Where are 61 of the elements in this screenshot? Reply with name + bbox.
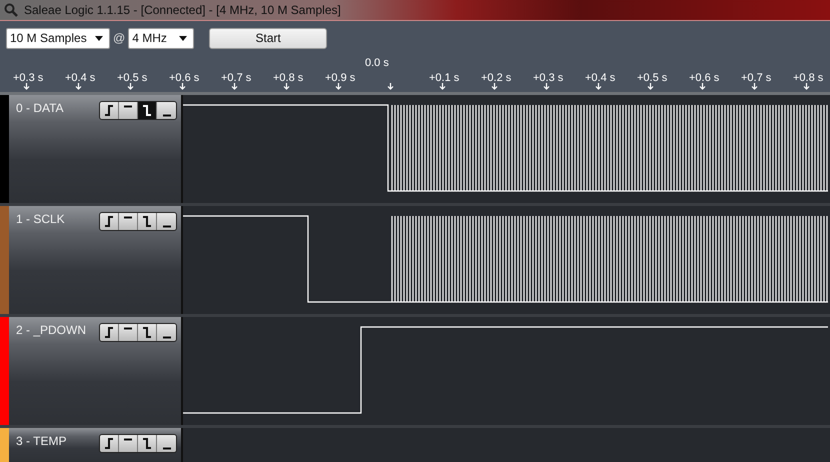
- time-label: +0.6 s: [689, 72, 720, 84]
- high-edge-icon: [123, 326, 133, 330]
- time-label: +0.4 s: [585, 72, 616, 84]
- time-label: +0.5 s: [117, 72, 148, 84]
- falling-edge-icon: [142, 105, 152, 116]
- search-icon: [4, 3, 18, 17]
- high-edge-icon: [123, 216, 133, 218]
- channel-name: 1 - SCLK: [16, 212, 65, 226]
- time-label: 0.0 s: [365, 57, 389, 69]
- rising-edge-icon: [104, 438, 114, 449]
- low-edge-icon: [162, 114, 172, 116]
- rising-edge-icon: [104, 105, 114, 116]
- tick-arrow-icon: [647, 83, 654, 90]
- tick-arrow-icon: [283, 83, 290, 90]
- time-label: +0.2 s: [481, 72, 512, 84]
- tick-arrow-icon: [127, 83, 134, 90]
- tick-arrow-icon: [803, 83, 810, 90]
- channel-name: 2 - _PDOWN: [16, 323, 86, 337]
- rate-dropdown[interactable]: 4 MHz: [128, 28, 194, 48]
- falling-edge-icon: [142, 327, 152, 338]
- tick-arrow-icon: [23, 83, 30, 90]
- window-title: Saleae Logic 1.1.15 - [Connected] - [4 MHz, 10 M Samples]: [24, 3, 341, 17]
- time-label: +0.8 s: [793, 72, 824, 84]
- start-button[interactable]: Start: [209, 28, 328, 48]
- time-label: +0.5 s: [637, 72, 668, 84]
- falling-edge-icon: [142, 438, 152, 449]
- low-edge-icon: [162, 446, 172, 450]
- time-label: +0.8 s: [273, 72, 304, 84]
- channel-name: 3 - TEMP: [16, 434, 66, 448]
- at-label: @: [113, 31, 126, 45]
- time-label: +0.7 s: [741, 72, 772, 84]
- channel-name: 0 - DATA: [16, 101, 64, 115]
- falling-edge-icon: [142, 216, 152, 227]
- low-edge-icon: [162, 224, 172, 228]
- time-label: +0.7 s: [221, 72, 252, 84]
- time-label: +0.9 s: [325, 72, 356, 84]
- tick-arrow-icon: [595, 83, 602, 90]
- time-label: +0.1 s: [429, 72, 460, 84]
- tick-arrow-icon: [439, 83, 446, 90]
- rising-edge-icon: [104, 327, 114, 338]
- tick-arrow-icon: [751, 83, 758, 90]
- low-edge-icon: [162, 336, 172, 338]
- time-label: +0.4 s: [65, 72, 96, 84]
- tick-arrow-icon: [75, 83, 82, 90]
- trigger-falling-button[interactable]: [138, 102, 157, 119]
- tick-arrow-icon: [335, 83, 342, 90]
- high-edge-icon: [123, 104, 133, 108]
- tick-arrow-icon: [179, 83, 186, 90]
- tick-arrow-icon: [699, 83, 706, 90]
- samples-dropdown[interactable]: 10 M Samples: [6, 28, 110, 48]
- rising-edge-icon: [104, 216, 114, 227]
- tick-arrow-icon: [387, 83, 394, 90]
- tick-arrow-icon: [491, 83, 498, 90]
- caret-icon: [179, 36, 188, 40]
- time-label: +0.6 s: [169, 72, 200, 84]
- high-edge-icon: [123, 438, 133, 440]
- time-label: +0.3 s: [13, 72, 44, 84]
- caret-icon: [95, 36, 103, 40]
- time-label: +0.3 s: [533, 72, 564, 84]
- tick-arrow-icon: [231, 83, 238, 90]
- tick-arrow-icon: [543, 83, 550, 90]
